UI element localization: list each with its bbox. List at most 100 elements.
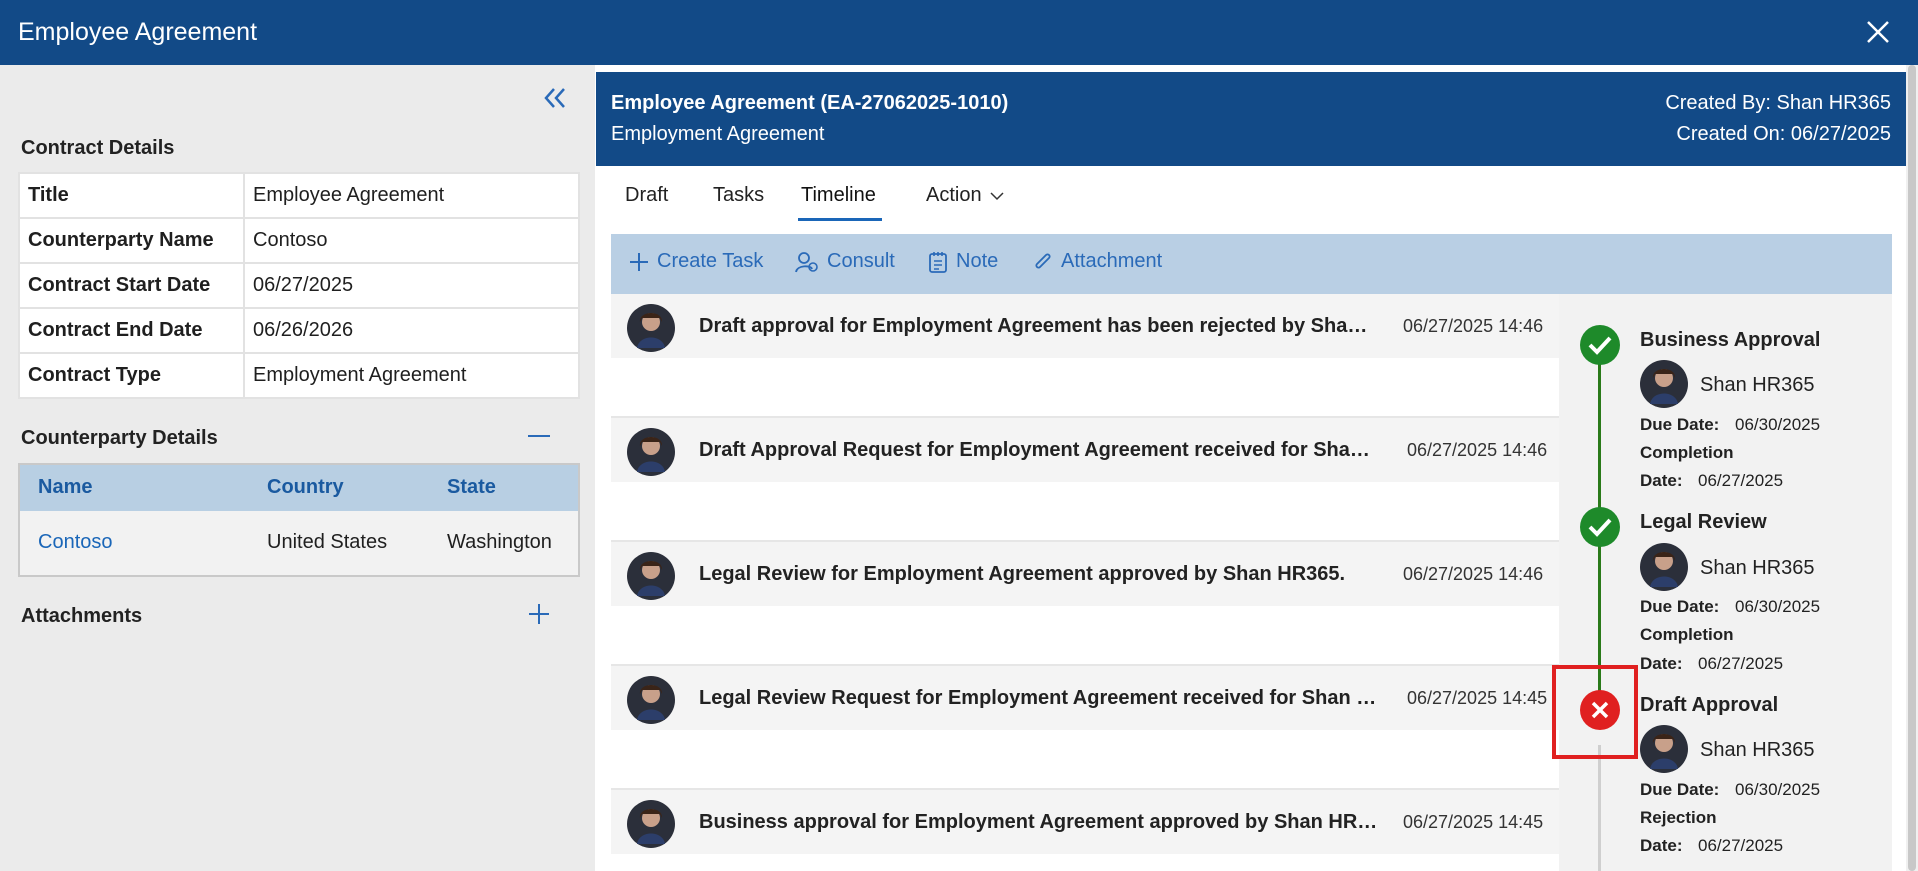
timeline-assignee: Shan HR365 (1700, 374, 1815, 396)
detail-value: Employee Agreement (243, 172, 580, 219)
detail-label: Contract Start Date (18, 262, 245, 309)
tab-action-label: Action (926, 184, 982, 206)
add-attachment-icon[interactable] (528, 603, 550, 625)
avatar (627, 428, 675, 476)
detail-label: Title (18, 172, 245, 219)
window-titlebar: Employee Agreement (0, 0, 1918, 65)
create-task-button[interactable]: Create Task (629, 250, 763, 273)
feed-item[interactable]: Business approval for Employment Agreeme… (611, 790, 1559, 871)
completion-label: Completion (1640, 625, 1734, 644)
paperclip-icon (1035, 252, 1051, 269)
timeline-assignee: Shan HR365 (1700, 557, 1815, 579)
feed-item[interactable]: Draft Approval Request for Employment Ag… (611, 418, 1559, 542)
check-circle-icon (1580, 325, 1620, 365)
created-on: Created On: 06/27/2025 (1676, 123, 1891, 145)
timeline-step-name: Business Approval (1640, 329, 1821, 351)
feed-item[interactable]: Draft approval for Employment Agreement … (611, 294, 1559, 418)
detail-label: Counterparty Name (18, 217, 245, 264)
note-button[interactable]: Note (928, 250, 998, 273)
activity-feed: Draft approval for Employment Agreement … (611, 294, 1559, 871)
agreement-header: Employee Agreement (EA-27062025-1010) Em… (596, 72, 1906, 166)
feed-message: Business approval for Employment Agreeme… (699, 811, 1379, 833)
note-label: Note (956, 250, 999, 272)
contract-details-title: Contract Details (21, 137, 175, 159)
tab-timeline[interactable]: Timeline (801, 184, 876, 207)
due-date-value: 06/30/2025 (1735, 780, 1821, 799)
attachment-button[interactable]: Attachment (1033, 250, 1162, 273)
tab-action[interactable]: Action (926, 184, 1004, 207)
feed-message: Draft Approval Request for Employment Ag… (699, 439, 1379, 461)
due-date-label: Due Date: (1640, 597, 1720, 616)
counterparty-state: Washington (447, 531, 552, 553)
counterparty-details-title: Counterparty Details (21, 427, 218, 449)
feed-item[interactable]: Legal Review Request for Employment Agre… (611, 666, 1559, 790)
note-icon (929, 251, 947, 273)
avatar (627, 552, 675, 600)
date-label: Date: (1640, 654, 1683, 673)
detail-value: 06/26/2026 (243, 307, 580, 354)
counterparty-table: Name Country State Contoso United States… (18, 463, 580, 577)
agreement-type: Employment Agreement (611, 123, 825, 145)
tab-tasks[interactable]: Tasks (713, 184, 764, 207)
feed-timestamp: 06/27/2025 14:45 (1407, 688, 1548, 708)
detail-row: Contract Start Date 06/27/2025 (18, 262, 580, 309)
collapse-counterparty-button[interactable] (528, 435, 550, 439)
feed-item-header: Draft Approval Request for Employment Ag… (611, 418, 1559, 482)
feed-timestamp: 06/27/2025 14:46 (1403, 316, 1544, 336)
counterparty-table-header: Name Country State (20, 465, 578, 511)
detail-value: 06/27/2025 (243, 262, 580, 309)
consult-user-icon (795, 251, 818, 272)
close-icon[interactable] (1864, 18, 1892, 46)
column-header-name[interactable]: Name (38, 476, 92, 499)
tab-bar: Draft Tasks Timeline Action (596, 166, 1906, 234)
consult-label: Consult (827, 250, 895, 272)
date-label: Date: (1640, 471, 1683, 490)
scrollbar-thumb[interactable] (1908, 65, 1916, 871)
feed-message: Legal Review for Employment Agreement ap… (699, 563, 1346, 585)
avatar (627, 800, 675, 848)
completion-date-value: 06/27/2025 (1698, 654, 1784, 673)
collapse-left-icon[interactable] (540, 83, 570, 113)
completion-label: Completion (1640, 443, 1734, 462)
vertical-scrollbar[interactable] (1906, 65, 1918, 871)
feed-item-header: Draft approval for Employment Agreement … (611, 294, 1559, 358)
timeline-assignee: Shan HR365 (1700, 739, 1815, 761)
feed-message: Legal Review Request for Employment Agre… (699, 687, 1379, 709)
active-tab-indicator (798, 218, 882, 221)
feed-timestamp: 06/27/2025 14:46 (1407, 440, 1548, 460)
contract-details-table: Title Employee Agreement Counterparty Na… (18, 172, 580, 399)
column-header-state[interactable]: State (447, 476, 496, 499)
timeline-toolbar: Create Task Consult Note Attachment (611, 234, 1892, 294)
agreement-title: Employee Agreement (EA-27062025-1010) (611, 92, 1009, 114)
counterparty-name-link[interactable]: Contoso (38, 531, 113, 554)
feed-item[interactable]: Legal Review for Employment Agreement ap… (611, 542, 1559, 666)
timeline-connector (1598, 745, 1601, 871)
due-date-label: Due Date: (1640, 780, 1720, 799)
detail-row: Contract End Date 06/26/2026 (18, 307, 580, 354)
detail-label: Contract End Date (18, 307, 245, 354)
left-panel: Contract Details Title Employee Agreemen… (0, 65, 595, 871)
due-date-value: 06/30/2025 (1735, 597, 1821, 616)
chevron-down-icon (990, 191, 1004, 200)
avatar (627, 676, 675, 724)
avatar (627, 304, 675, 352)
detail-value: Contoso (243, 217, 580, 264)
column-header-country[interactable]: Country (267, 476, 344, 499)
consult-button[interactable]: Consult (795, 250, 895, 273)
feed-timestamp: 06/27/2025 14:46 (1403, 564, 1544, 584)
created-by: Created By: Shan HR365 (1665, 92, 1891, 114)
detail-row: Title Employee Agreement (18, 172, 580, 219)
plus-icon (630, 252, 648, 271)
counterparty-country: United States (267, 531, 388, 553)
timeline-step-name: Legal Review (1640, 511, 1767, 533)
feed-timestamp: 06/27/2025 14:45 (1403, 812, 1544, 832)
check-circle-icon (1580, 507, 1620, 547)
date-label: Date: (1640, 836, 1683, 855)
rejection-date-value: 06/27/2025 (1698, 836, 1784, 855)
tab-draft[interactable]: Draft (625, 184, 668, 207)
detail-value: Employment Agreement (243, 352, 580, 399)
feed-item-header: Business approval for Employment Agreeme… (611, 790, 1559, 854)
avatar (1640, 543, 1688, 591)
window-title: Employee Agreement (18, 18, 258, 46)
detail-label: Contract Type (18, 352, 245, 399)
